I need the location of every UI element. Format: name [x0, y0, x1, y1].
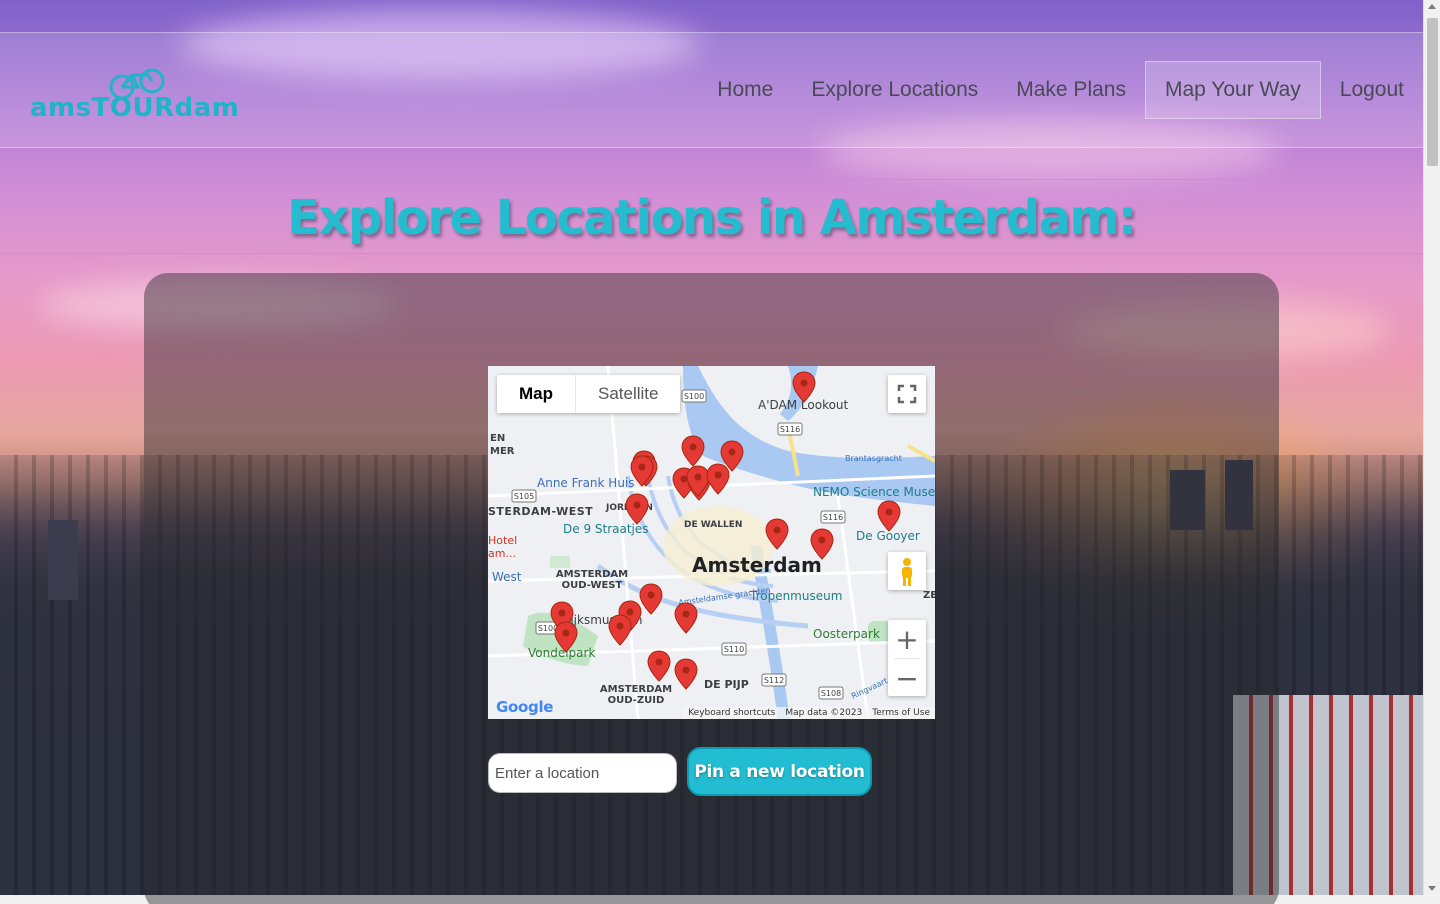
map-marker[interactable] — [765, 518, 789, 550]
google-map[interactable]: Amsterdam A'DAM Lookout Anne Frank Huis … — [488, 366, 935, 719]
brand-logo[interactable]: amsTOURdam — [30, 68, 240, 129]
map-marker[interactable] — [877, 500, 901, 532]
map-marker[interactable] — [647, 650, 671, 682]
map-marker[interactable] — [706, 463, 730, 495]
nav-make-plans[interactable]: Make Plans — [997, 61, 1145, 119]
fullscreen-icon — [897, 384, 917, 404]
map-marker[interactable] — [608, 614, 632, 646]
scroll-up-icon[interactable] — [1428, 4, 1436, 9]
scroll-thumb[interactable] — [1427, 18, 1438, 166]
zoom-control: + − — [888, 620, 926, 696]
fullscreen-button[interactable] — [888, 375, 926, 413]
google-logo[interactable]: Google — [496, 698, 553, 716]
map-marker[interactable] — [674, 658, 698, 690]
map-type-map[interactable]: Map — [497, 375, 576, 413]
nav-menu: Home Explore Locations Make Plans Map Yo… — [698, 61, 1423, 119]
vertical-scrollbar[interactable] — [1423, 0, 1440, 895]
terms-link[interactable]: Terms of Use — [872, 708, 930, 718]
google-text: Google — [496, 698, 554, 716]
page-title: Explore Locations in Amsterdam: — [287, 190, 1137, 246]
nav-logout[interactable]: Logout — [1321, 61, 1423, 119]
map-marker[interactable] — [674, 602, 698, 634]
map-data-text: Map data ©2023 — [785, 708, 863, 718]
zoom-out-button[interactable]: − — [888, 659, 926, 697]
map-type-satellite[interactable]: Satellite — [576, 375, 680, 413]
zoom-in-button[interactable]: + — [888, 620, 926, 658]
pin-location-button[interactable]: Pin a new location — [687, 747, 872, 796]
nav-home[interactable]: Home — [698, 61, 792, 119]
map-attribution: Keyboard shortcuts Map data ©2023 Terms … — [683, 707, 935, 719]
map-marker[interactable] — [792, 371, 816, 403]
title-band: Explore Locations in Amsterdam: — [0, 179, 1423, 254]
scroll-down-icon[interactable] — [1428, 886, 1436, 891]
pegman-icon — [902, 558, 912, 586]
logo-text: amsTOURdam — [30, 93, 240, 123]
map-marker[interactable] — [639, 583, 663, 615]
map-type-control: Map Satellite — [497, 375, 681, 413]
nav-map-your-way[interactable]: Map Your Way — [1144, 61, 1321, 119]
street-view-button[interactable] — [888, 552, 926, 590]
map-marker[interactable] — [681, 435, 705, 467]
map-markers[interactable] — [488, 366, 935, 719]
map-marker[interactable] — [554, 621, 578, 653]
navbar: amsTOURdam Home Explore Locations Make P… — [0, 32, 1423, 148]
map-marker[interactable] — [625, 493, 649, 525]
map-marker[interactable] — [810, 528, 834, 560]
keyboard-shortcuts-link[interactable]: Keyboard shortcuts — [688, 708, 775, 718]
location-input[interactable] — [488, 753, 677, 793]
nav-explore-locations[interactable]: Explore Locations — [792, 61, 997, 119]
